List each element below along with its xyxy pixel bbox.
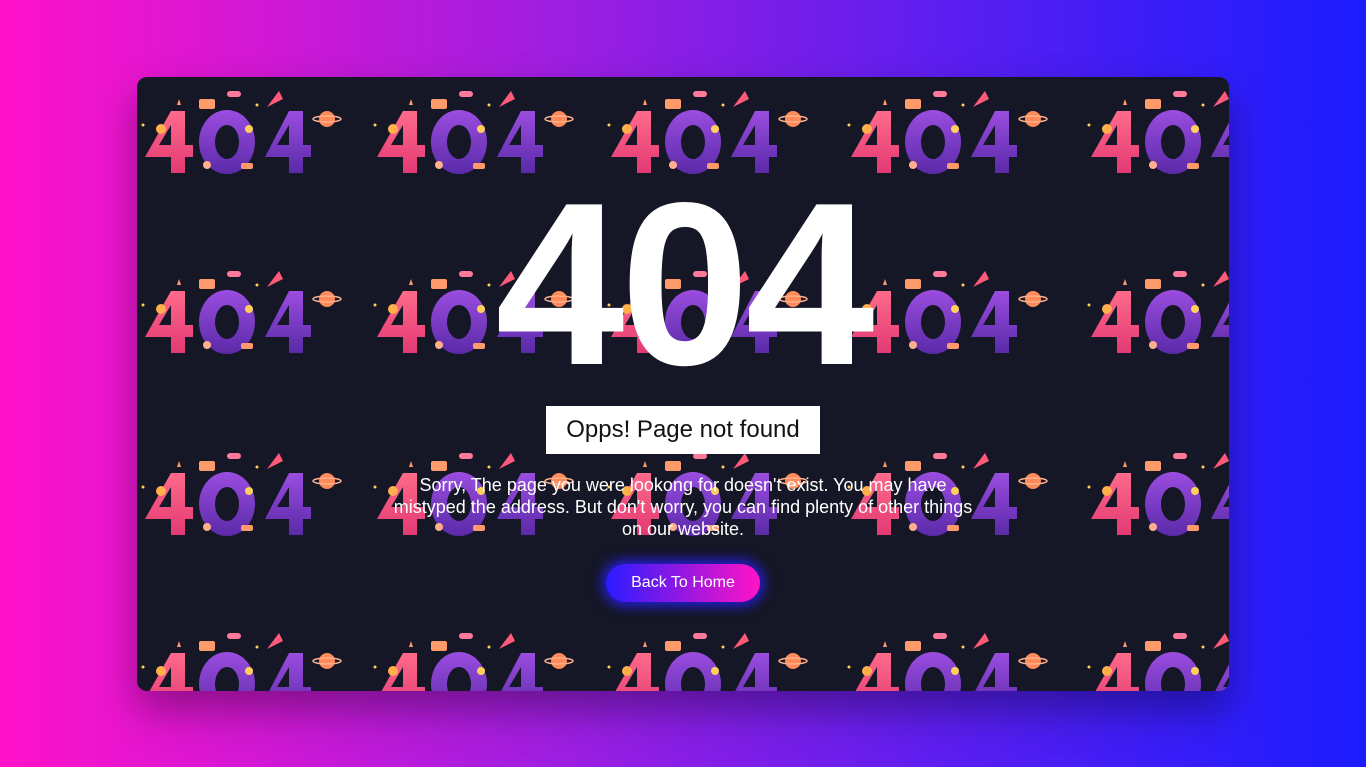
error-message: Sorry, The page you were lookong for doe… <box>393 475 973 539</box>
error-title: Opps! Page not found <box>546 406 820 454</box>
error-content: 404 Opps! Page not found Sorry, The page… <box>137 77 1229 691</box>
error-card: 404 Opps! Page not found Sorry, The page… <box>137 77 1229 691</box>
error-code: 404 <box>495 155 874 414</box>
back-to-home-button[interactable]: Back To Home <box>606 564 760 602</box>
